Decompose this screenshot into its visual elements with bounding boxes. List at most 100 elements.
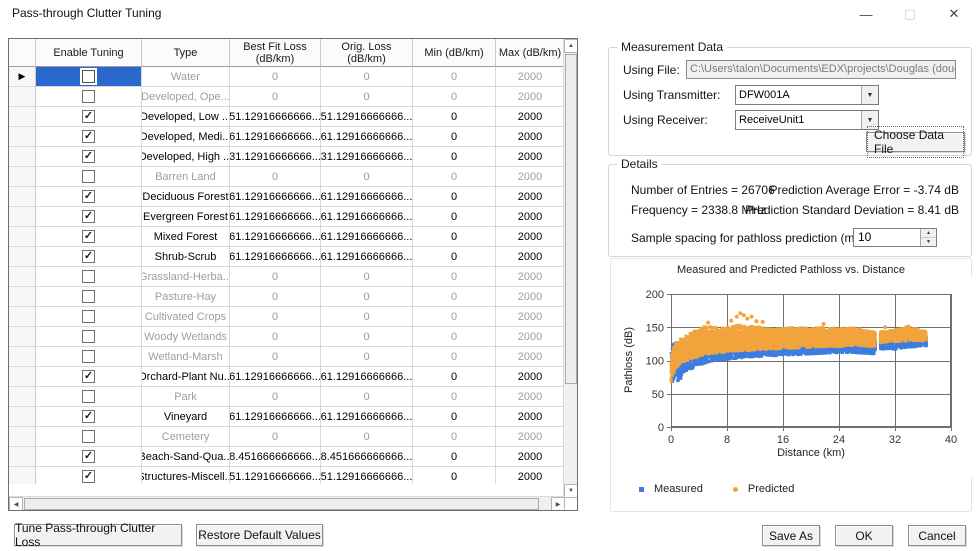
max-cell[interactable]: 2000 [496, 467, 564, 484]
row-header[interactable] [9, 167, 36, 187]
row-header[interactable] [9, 347, 36, 367]
enable-tuning-cell[interactable]: ✓ [36, 227, 142, 247]
max-cell[interactable]: 2000 [496, 207, 564, 227]
orig-loss-cell[interactable]: 61.12916666666... [321, 127, 413, 147]
orig-loss-cell[interactable]: 0 [321, 167, 413, 187]
best-fit-loss-cell[interactable]: 0 [230, 87, 321, 107]
enable-tuning-cell[interactable]: ✓ [36, 447, 142, 467]
type-cell[interactable]: Barren Land [142, 167, 230, 187]
cancel-button[interactable]: Cancel [908, 525, 966, 546]
min-cell[interactable]: 0 [413, 87, 496, 107]
enable-tuning-checkbox[interactable]: ✓ [82, 250, 95, 263]
enable-tuning-cell[interactable]: ✓ [36, 107, 142, 127]
max-cell[interactable]: 2000 [496, 87, 564, 107]
enable-tuning-cell[interactable] [36, 167, 142, 187]
max-cell[interactable]: 2000 [496, 267, 564, 287]
best-fit-loss-cell[interactable]: 8.451666666666... [230, 447, 321, 467]
max-cell[interactable]: 2000 [496, 367, 564, 387]
max-cell[interactable]: 2000 [496, 447, 564, 467]
enable-tuning-cell[interactable] [36, 67, 142, 87]
restore-default-values-button[interactable]: Restore Default Values [196, 524, 323, 546]
enable-tuning-cell[interactable] [36, 287, 142, 307]
best-fit-loss-cell[interactable]: 0 [230, 267, 321, 287]
max-cell[interactable]: 2000 [496, 147, 564, 167]
min-cell[interactable]: 0 [413, 287, 496, 307]
enable-tuning-checkbox[interactable]: ✓ [82, 190, 95, 203]
max-cell[interactable]: 2000 [496, 427, 564, 447]
ok-button[interactable]: OK [835, 525, 893, 546]
best-fit-loss-cell[interactable]: 61.12916666666... [230, 207, 321, 227]
best-fit-loss-cell[interactable]: 0 [230, 307, 321, 327]
sample-spacing-stepper[interactable]: 10 ▲ ▼ [853, 228, 937, 247]
min-cell[interactable]: 0 [413, 467, 496, 484]
orig-loss-cell[interactable]: 0 [321, 387, 413, 407]
type-cell[interactable]: Mixed Forest [142, 227, 230, 247]
max-cell[interactable]: 2000 [496, 347, 564, 367]
row-header[interactable] [9, 427, 36, 447]
orig-loss-cell[interactable]: 61.12916666666... [321, 367, 413, 387]
enable-tuning-checkbox[interactable] [82, 330, 95, 343]
scroll-right-icon[interactable]: ▶ [551, 497, 565, 511]
best-fit-loss-cell[interactable]: 0 [230, 427, 321, 447]
max-cell[interactable]: 2000 [496, 407, 564, 427]
row-header[interactable] [9, 127, 36, 147]
type-cell[interactable]: Wetland-Marsh [142, 347, 230, 367]
type-cell[interactable]: Developed, Medi... [142, 127, 230, 147]
orig-loss-cell[interactable]: 0 [321, 327, 413, 347]
sample-spacing-value[interactable]: 10 [854, 229, 920, 246]
min-cell[interactable]: 0 [413, 167, 496, 187]
using-transmitter-select[interactable]: DFW001A ▼ [735, 85, 879, 105]
max-cell[interactable]: 2000 [496, 327, 564, 347]
row-header[interactable] [9, 187, 36, 207]
min-cell[interactable]: 0 [413, 247, 496, 267]
enable-tuning-checkbox[interactable]: ✓ [82, 130, 95, 143]
row-header[interactable] [9, 467, 36, 484]
type-cell[interactable]: Water [142, 67, 230, 87]
type-cell[interactable]: Structures-Miscell... [142, 467, 230, 484]
type-cell[interactable]: Developed, High ... [142, 147, 230, 167]
min-cell[interactable]: 0 [413, 387, 496, 407]
row-header[interactable] [9, 447, 36, 467]
save-as-button[interactable]: Save As [762, 525, 820, 546]
spin-up-icon[interactable]: ▲ [921, 229, 936, 238]
enable-tuning-checkbox[interactable] [82, 390, 95, 403]
orig-loss-cell[interactable]: 61.12916666666... [321, 247, 413, 267]
spin-down-icon[interactable]: ▼ [921, 238, 936, 246]
row-header[interactable] [9, 107, 36, 127]
column-header[interactable]: Max (dB/km) [496, 39, 564, 67]
enable-tuning-checkbox[interactable]: ✓ [82, 210, 95, 223]
max-cell[interactable]: 2000 [496, 167, 564, 187]
orig-loss-cell[interactable]: 0 [321, 287, 413, 307]
enable-tuning-cell[interactable] [36, 387, 142, 407]
max-cell[interactable]: 2000 [496, 247, 564, 267]
row-header[interactable] [9, 247, 36, 267]
close-icon[interactable]: ✕ [932, 0, 976, 28]
horizontal-scroll-thumb[interactable] [24, 498, 539, 510]
min-cell[interactable]: 0 [413, 427, 496, 447]
max-cell[interactable]: 2000 [496, 227, 564, 247]
enable-tuning-checkbox[interactable]: ✓ [82, 110, 95, 123]
row-header[interactable] [9, 367, 36, 387]
orig-loss-cell[interactable]: 8.451666666666... [321, 447, 413, 467]
type-cell[interactable]: Pasture-Hay [142, 287, 230, 307]
orig-loss-cell[interactable]: 51.12916666666... [321, 107, 413, 127]
min-cell[interactable]: 0 [413, 107, 496, 127]
best-fit-loss-cell[interactable]: 31.12916666666... [230, 147, 321, 167]
chevron-down-icon[interactable]: ▼ [861, 86, 878, 104]
type-cell[interactable]: Shrub-Scrub [142, 247, 230, 267]
best-fit-loss-cell[interactable]: 51.12916666666... [230, 107, 321, 127]
orig-loss-cell[interactable]: 61.12916666666... [321, 187, 413, 207]
row-header[interactable] [9, 327, 36, 347]
enable-tuning-cell[interactable]: ✓ [36, 187, 142, 207]
enable-tuning-checkbox[interactable] [82, 290, 95, 303]
using-receiver-select[interactable]: ReceiveUnit1 ▼ [735, 110, 879, 130]
enable-tuning-checkbox[interactable]: ✓ [82, 370, 95, 383]
best-fit-loss-cell[interactable]: 0 [230, 67, 321, 87]
row-header[interactable] [9, 87, 36, 107]
enable-tuning-checkbox[interactable]: ✓ [82, 410, 95, 423]
type-cell[interactable]: Beach-Sand-Qua... [142, 447, 230, 467]
type-cell[interactable]: Cemetery [142, 427, 230, 447]
enable-tuning-checkbox[interactable] [82, 350, 95, 363]
type-cell[interactable]: Developed, Ope... [142, 87, 230, 107]
scroll-down-icon[interactable]: ▼ [564, 484, 578, 498]
